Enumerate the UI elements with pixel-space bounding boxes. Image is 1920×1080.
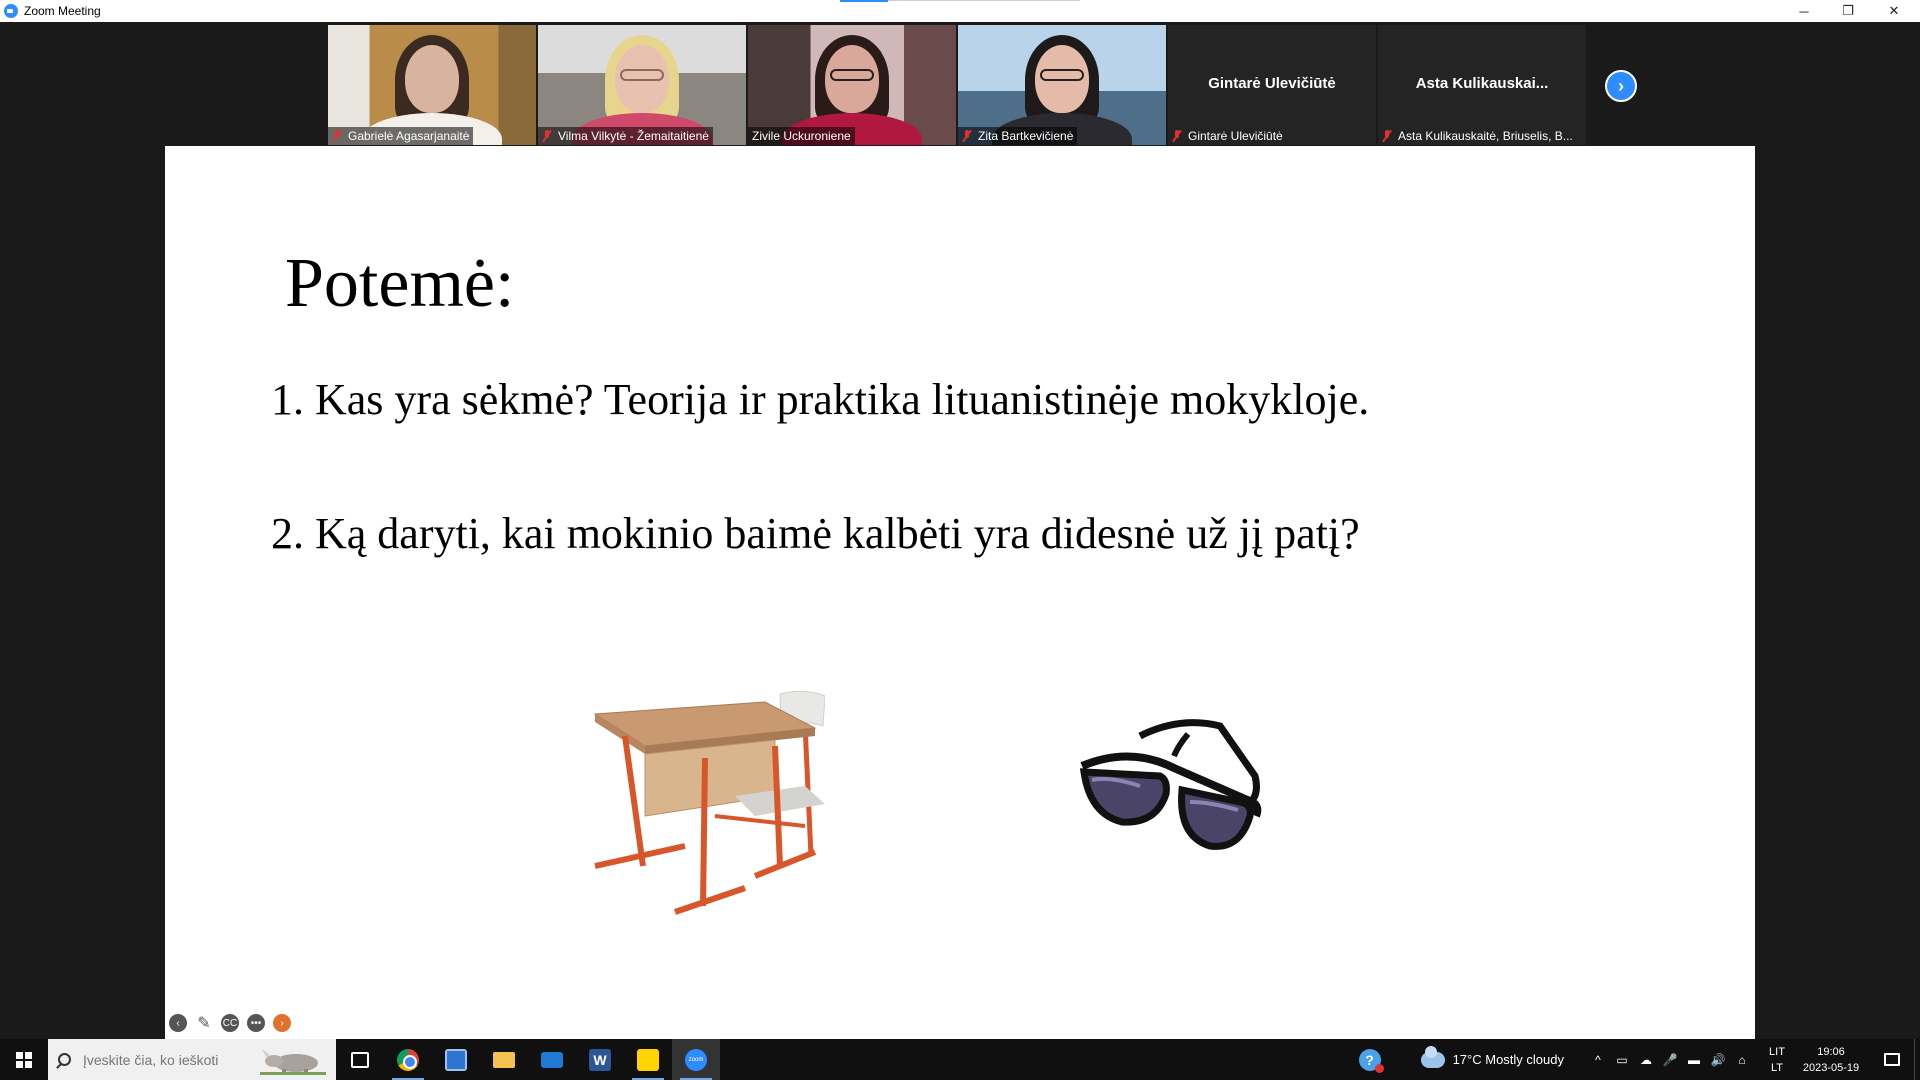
participant-tile-active-speaker[interactable]: Zivile Uckuroniene xyxy=(748,25,956,145)
task-view-button[interactable] xyxy=(336,1039,384,1080)
participant-tile[interactable]: Vilma Vilkytė - Žemaitaitienė xyxy=(538,25,746,145)
sunglasses-image xyxy=(1079,719,1262,850)
participant-tile-no-video[interactable]: Asta Kulikauskai... Asta Kulikauskaitė, … xyxy=(1378,25,1586,145)
zoom-logo-icon xyxy=(4,4,18,18)
microsoft-store-icon xyxy=(445,1048,467,1071)
glasses-icon xyxy=(620,69,664,81)
rhino-search-highlight-icon xyxy=(260,1049,326,1075)
participant-name: Gabrielė Agasarjanaitė xyxy=(348,129,470,143)
chrome-icon xyxy=(397,1048,419,1071)
meeting-area: Gabrielė Agasarjanaitė Vilma Vilkytė - Ž… xyxy=(0,22,1920,1039)
volume-icon[interactable]: 🔊 xyxy=(1706,1053,1730,1067)
glasses-icon xyxy=(1040,69,1084,81)
mic-muted-icon xyxy=(332,130,342,142)
close-button[interactable]: ✕ xyxy=(1872,0,1916,22)
participant-name: Asta Kulikauskaitė, Briuselis, B... xyxy=(1398,129,1573,143)
show-hidden-icons-chevron-icon[interactable]: ^ xyxy=(1586,1053,1610,1067)
participant-strip: Gabrielė Agasarjanaitė Vilma Vilkytė - Ž… xyxy=(328,25,1586,145)
participant-namebar: Vilma Vilkytė - Žemaitaitienė xyxy=(538,127,713,145)
taskbar-app-explorer[interactable] xyxy=(480,1039,528,1080)
closed-captions-button[interactable]: CC xyxy=(221,1014,239,1032)
titlebar-accent xyxy=(840,0,888,2)
taskbar-app-sticky-notes[interactable] xyxy=(624,1039,672,1080)
slide-annotation-toolbar: ‹ ✎ CC ••• › xyxy=(169,1014,291,1032)
microphone-icon[interactable]: 🎤 xyxy=(1658,1053,1682,1067)
help-notification-icon[interactable]: ? xyxy=(1358,1048,1384,1073)
participant-display-name: Gintarė Ulevičiūtė xyxy=(1208,75,1336,92)
window-title: Zoom Meeting xyxy=(24,4,101,18)
battery-icon[interactable]: ▬ xyxy=(1682,1053,1706,1067)
glasses-icon xyxy=(830,69,874,81)
task-view-icon xyxy=(351,1051,369,1068)
network-icon[interactable]: ⌂ xyxy=(1730,1053,1754,1067)
word-icon: W xyxy=(589,1048,611,1071)
notifications-button[interactable] xyxy=(1870,1039,1914,1080)
search-input[interactable] xyxy=(83,1051,273,1068)
taskbar-app-zoom[interactable]: zoom xyxy=(672,1039,720,1080)
minimize-button[interactable]: ─ xyxy=(1782,0,1826,22)
windows-taskbar: W zoom ? 17°C Mostly cloudy ^ ▭ ☁ 🎤 ▬ 🔊 … xyxy=(0,1039,1920,1080)
zoom-icon: zoom xyxy=(685,1048,707,1071)
language-indicator[interactable]: LIT LT xyxy=(1762,1044,1792,1076)
participant-face xyxy=(405,45,459,113)
participant-name: Zita Bartkevičienė xyxy=(978,129,1074,143)
participant-name: Vilma Vilkytė - Žemaitaitienė xyxy=(558,129,709,143)
participant-display-name: Asta Kulikauskai... xyxy=(1415,75,1549,92)
restore-button[interactable]: ❐ xyxy=(1826,0,1870,22)
mic-muted-icon xyxy=(1172,130,1182,142)
system-tray: ? 17°C Mostly cloudy ^ ▭ ☁ 🎤 ▬ 🔊 ⌂ LIT L… xyxy=(1358,1039,1920,1080)
slide-point: 2. Ką daryti, kai mokinio baimė kalbėti … xyxy=(271,509,1360,558)
participant-namebar: Zita Bartkevičienė xyxy=(958,127,1078,145)
titlebar-accent-track xyxy=(888,0,1080,1)
clock-time: 19:06 xyxy=(1817,1045,1845,1058)
taskbar-clock[interactable]: 19:06 2023-05-19 xyxy=(1792,1044,1870,1076)
mail-icon xyxy=(541,1051,563,1068)
chevron-right-icon: › xyxy=(1618,75,1624,96)
shared-screen-slide: Potemė: 1. Kas yra sėkmė? Teorija ir pra… xyxy=(165,146,1755,1039)
notification-icon xyxy=(1884,1053,1900,1066)
participant-namebar: Gintarė Ulevičiūtė xyxy=(1168,127,1287,145)
next-participants-button[interactable]: › xyxy=(1605,70,1637,102)
mic-muted-icon xyxy=(962,130,972,142)
participant-tile-no-video[interactable]: Gintarė Ulevičiūtė Gintarė Ulevičiūtė xyxy=(1168,25,1376,145)
taskbar-app-store[interactable] xyxy=(432,1039,480,1080)
start-button[interactable] xyxy=(0,1039,48,1080)
slide-title: Potemė: xyxy=(285,245,515,322)
show-desktop-button[interactable] xyxy=(1914,1039,1920,1080)
participant-namebar: Zivile Uckuroniene xyxy=(748,127,855,145)
window-titlebar: Zoom Meeting ─ ❐ ✕ xyxy=(0,0,1920,22)
search-icon xyxy=(58,1053,71,1066)
participant-name: Zivile Uckuroniene xyxy=(752,129,851,143)
meet-now-icon[interactable]: ▭ xyxy=(1610,1053,1634,1067)
participant-tile[interactable]: Zita Bartkevičienė xyxy=(958,25,1166,145)
clock-date: 2023-05-19 xyxy=(1802,1061,1860,1074)
taskbar-app-word[interactable]: W xyxy=(576,1039,624,1080)
onedrive-icon[interactable]: ☁ xyxy=(1634,1053,1658,1067)
previous-slide-button[interactable]: ‹ xyxy=(169,1014,187,1032)
taskbar-app-chrome[interactable] xyxy=(384,1039,432,1080)
mic-muted-icon xyxy=(542,130,552,142)
slide-point: 1. Kas yra sėkmė? Teorija ir praktika li… xyxy=(271,375,1370,424)
weather-widget[interactable]: 17°C Mostly cloudy xyxy=(1453,1052,1564,1067)
participant-namebar: Gabrielė Agasarjanaitė xyxy=(328,127,474,145)
sticky-notes-icon xyxy=(637,1048,659,1071)
participant-name: Gintarė Ulevičiūtė xyxy=(1188,129,1283,143)
next-slide-button[interactable]: › xyxy=(273,1014,291,1032)
participant-tile[interactable]: Gabrielė Agasarjanaitė xyxy=(328,25,536,145)
more-options-button[interactable]: ••• xyxy=(247,1014,265,1032)
school-desk-image xyxy=(593,690,825,915)
taskbar-search[interactable] xyxy=(48,1039,336,1080)
windows-logo-icon xyxy=(16,1051,32,1068)
mic-muted-icon xyxy=(1382,130,1392,142)
participant-namebar: Asta Kulikauskaitė, Briuselis, B... xyxy=(1378,127,1577,145)
file-explorer-icon xyxy=(493,1051,515,1068)
cloudy-weather-icon[interactable] xyxy=(1420,1045,1445,1068)
taskbar-app-mail[interactable] xyxy=(528,1039,576,1080)
annotate-pen-button[interactable]: ✎ xyxy=(195,1014,213,1032)
